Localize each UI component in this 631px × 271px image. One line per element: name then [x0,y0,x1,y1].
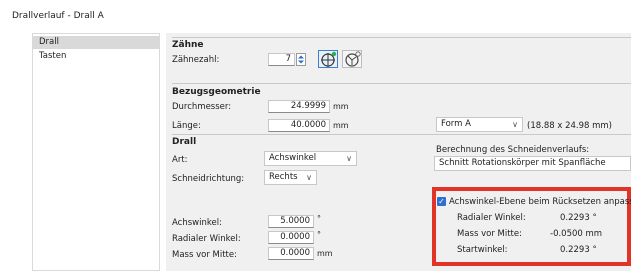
radialer-winkel-input[interactable]: 0.0000 [268,231,314,244]
sidebar: Drall Tasten [32,33,160,271]
zaehnezahl-input[interactable]: 7 [268,53,295,66]
section-title-bezugsgeometrie: Bezugsgeometrie [172,87,261,97]
section-divider [172,83,631,84]
adjust-start-value: 0.2293 ° [560,245,597,255]
form-select-value: Form A [441,119,471,129]
art-select-value: Achswinkel [269,153,317,163]
durchmesser-unit: mm [333,102,349,111]
berechnung-field[interactable]: Schnitt Rotationskörper mit Spanfläche [434,156,631,171]
radialer-winkel-unit: ° [317,230,321,239]
art-select[interactable]: Achswinkel ∨ [264,151,357,166]
window-title: Drallverlauf - Drall A [12,11,104,21]
mass-vor-mitte-label: Mass vor Mitte: [172,250,237,260]
adjust-start-label: Startwinkel: [457,245,508,255]
achswinkel-input[interactable]: 5.0000 [268,215,314,228]
durchmesser-label: Durchmesser: [172,102,232,112]
schneidrichtung-select[interactable]: Rechts ∨ [264,170,317,185]
adjust-radial-value: 0.2293 ° [560,213,597,223]
section-divider [172,37,631,38]
achswinkel-adjust-checkbox[interactable]: ✓ [437,197,446,206]
form-dimensions: (18.88 x 24.98 mm) [527,121,612,131]
laenge-unit: mm [333,121,349,130]
mass-vor-mitte-input[interactable]: 0.0000 [268,247,314,260]
form-select[interactable]: Form A ∨ [436,117,523,132]
section-divider [172,134,631,135]
laenge-input[interactable]: 40.0000 [268,119,330,132]
laenge-label: Länge: [172,121,201,131]
section-title-zaehne: Zähne [172,40,204,50]
arrow-down-icon [298,60,304,64]
section-title-drall: Drall [172,137,197,147]
mass-vor-mitte-unit: mm [317,249,333,258]
achswinkel-unit: ° [317,214,321,223]
adjust-mass-value: -0.0500 mm [550,229,603,239]
berechnung-label: Berechnung des Schneidenverlaufs: [436,145,590,155]
sidebar-item-tasten[interactable]: Tasten [33,50,159,63]
berechnung-value: Schnitt Rotationskörper mit Spanfläche [439,158,606,168]
chevron-down-icon: ∨ [306,173,312,182]
adjust-radial-label: Radialer Winkel: [457,213,526,223]
chevron-down-icon: ∨ [512,120,518,129]
radialer-winkel-label: Radialer Winkel: [172,234,241,244]
cutter-view-alt-button[interactable] [342,50,362,68]
arrow-up-icon [298,55,304,59]
schneidrichtung-select-value: Rechts [269,172,298,182]
schneidrichtung-label: Schneidrichtung: [172,174,245,184]
cutter-view-alt-icon [345,51,361,67]
sidebar-item-drall[interactable]: Drall [33,36,159,49]
zaehnezahl-label: Zähnezahl: [172,55,220,65]
cutter-view-button[interactable] [318,50,338,68]
art-label: Art: [172,155,188,165]
adjust-mass-label: Mass vor Mitte: [457,229,522,239]
cutter-view-icon [321,51,337,67]
durchmesser-input[interactable]: 24.9999 [268,100,330,113]
achswinkel-label: Achswinkel: [172,218,222,228]
achswinkel-adjust-label: Achswinkel-Ebene beim Rücksetzen anpasse… [449,197,631,207]
zaehnezahl-spinner[interactable] [296,53,306,66]
chevron-down-icon: ∨ [346,154,352,163]
